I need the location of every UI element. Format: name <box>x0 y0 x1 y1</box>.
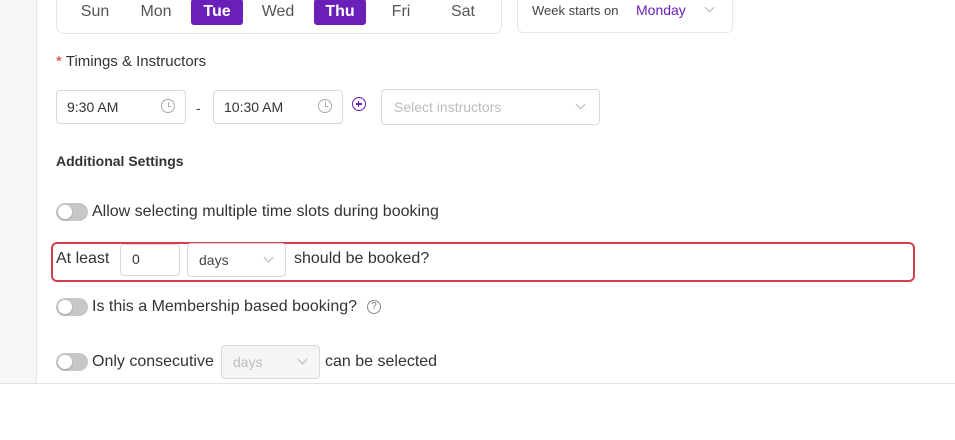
day-fri[interactable]: Fri <box>381 0 421 25</box>
timings-label: * Timings & Instructors <box>56 53 206 70</box>
day-sun[interactable]: Sun <box>73 0 117 25</box>
chevron-down-icon <box>575 99 586 110</box>
clock-icon <box>318 99 332 113</box>
end-time-value: 10:30 AM <box>224 99 284 115</box>
add-timing-icon[interactable] <box>352 97 366 111</box>
membership-label: Is this a Membership based booking? <box>92 298 358 315</box>
min-booking-prefix: At least <box>56 250 110 267</box>
min-booking-number-input[interactable]: 0 <box>120 244 180 276</box>
multiple-slots-label: Allow selecting multiple time slots duri… <box>92 203 439 220</box>
timings-label-text: Timings & Instructors <box>65 53 207 70</box>
time-separator: - <box>196 100 201 116</box>
day-tue[interactable]: Tue <box>191 0 243 25</box>
day-mon[interactable]: Mon <box>133 0 179 25</box>
additional-settings-heading: Additional Settings <box>56 153 184 169</box>
multiple-slots-toggle[interactable] <box>56 203 88 221</box>
clock-icon <box>161 99 175 113</box>
instructors-placeholder: Select instructors <box>394 99 502 115</box>
consecutive-prefix: Only consecutive <box>92 353 214 370</box>
week-start-label: Week starts on <box>532 3 619 18</box>
day-sat[interactable]: Sat <box>441 0 485 25</box>
min-booking-unit-select[interactable]: days <box>187 243 286 277</box>
start-time-input[interactable]: 9:30 AM <box>56 90 186 124</box>
chevron-down-icon <box>704 2 715 13</box>
instructors-select[interactable]: Select instructors <box>381 89 600 125</box>
min-booking-value: 0 <box>132 251 140 267</box>
day-thu[interactable]: Thu <box>314 0 366 25</box>
membership-toggle[interactable] <box>56 298 88 316</box>
start-time-value: 9:30 AM <box>67 99 119 115</box>
chevron-down-icon <box>263 252 274 263</box>
day-wed[interactable]: Wed <box>253 0 303 25</box>
min-booking-suffix: should be booked? <box>294 250 430 267</box>
week-start-value: Monday <box>636 2 686 18</box>
min-booking-highlight <box>51 242 915 282</box>
required-mark: * <box>56 53 62 70</box>
min-booking-unit: days <box>199 252 229 268</box>
weekday-selector: Sun Mon Tue Wed Thu Fri Sat <box>56 0 502 34</box>
left-gutter <box>0 0 37 383</box>
consecutive-toggle[interactable] <box>56 353 88 371</box>
chevron-down-icon <box>297 354 308 365</box>
booking-settings-page: Sun Mon Tue Wed Thu Fri Sat Week starts … <box>0 0 955 440</box>
bottom-divider <box>0 383 955 384</box>
end-time-input[interactable]: 10:30 AM <box>213 90 343 124</box>
consecutive-unit-select[interactable]: days <box>221 345 320 379</box>
consecutive-unit: days <box>233 354 263 370</box>
consecutive-suffix: can be selected <box>325 353 438 370</box>
week-start-select[interactable]: Week starts on Monday <box>517 0 733 33</box>
help-icon[interactable]: ? <box>367 300 381 314</box>
